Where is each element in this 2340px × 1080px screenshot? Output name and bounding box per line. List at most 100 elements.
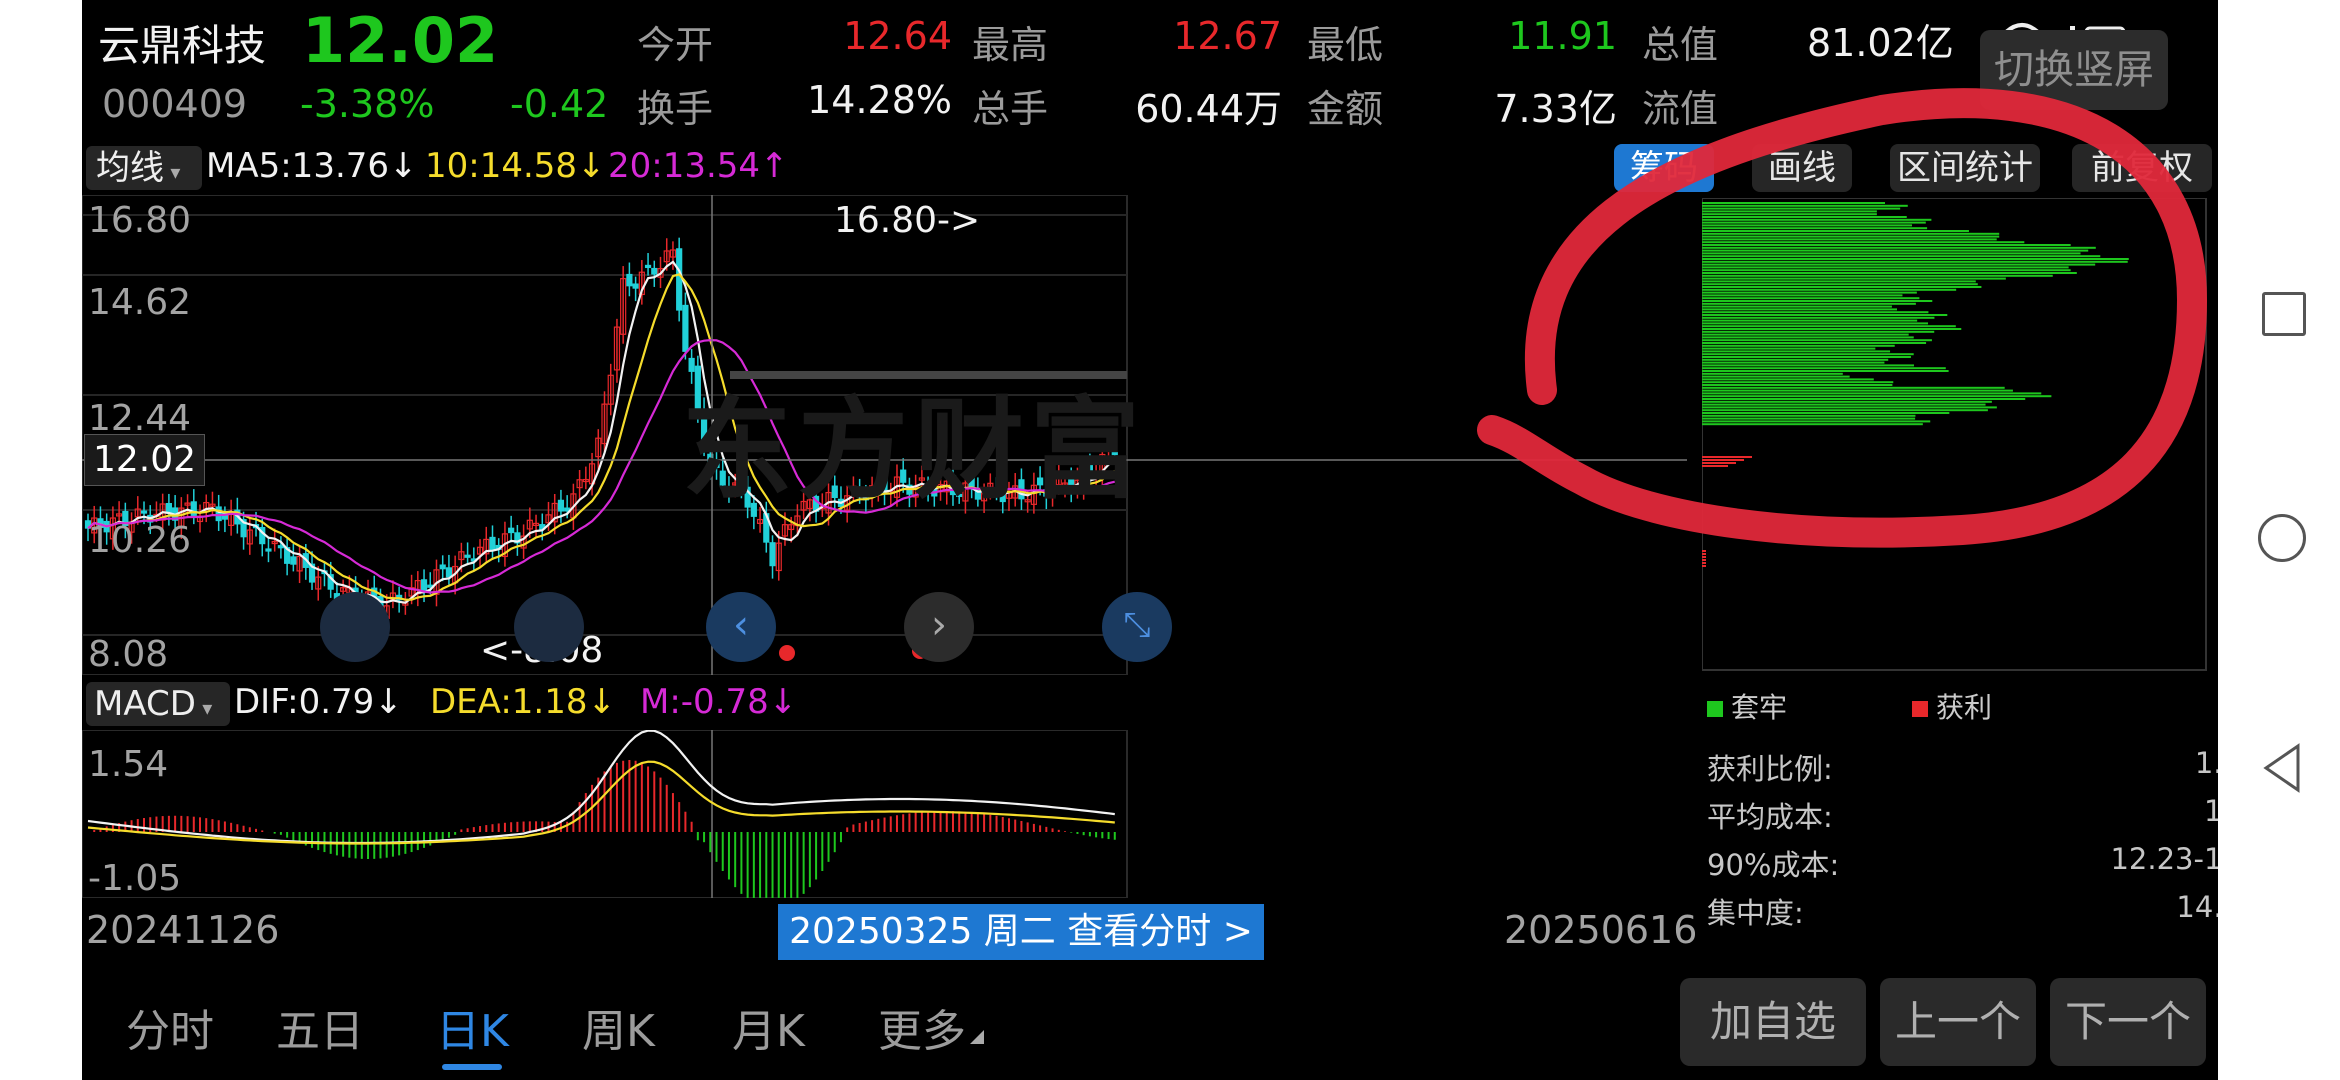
- candle-body: [290, 556, 297, 565]
- chip-bar: [1702, 400, 1992, 403]
- range-stats-button[interactable]: 区间统计: [1890, 144, 2040, 192]
- high-label: 最高: [972, 23, 1049, 67]
- stock-code: 000409: [102, 82, 248, 126]
- chip-bar: [1702, 255, 2101, 258]
- macd-selector[interactable]: MACD ▾: [86, 682, 230, 726]
- chip-bar: [1702, 291, 1917, 294]
- previous-stock-button[interactable]: 上一个: [1880, 978, 2036, 1066]
- stat-label: 平均成本:: [1707, 800, 1833, 834]
- chip-bar: [1702, 232, 2000, 235]
- home-icon[interactable]: [2258, 514, 2306, 562]
- draw-line-button[interactable]: 画线: [1752, 144, 1852, 192]
- next-stock-button[interactable]: 下一个: [2050, 978, 2206, 1066]
- chip-bar: [1702, 274, 2053, 277]
- crosshair-price-label: 12.02: [84, 434, 206, 486]
- m-value: M:-0.78↓: [640, 682, 798, 722]
- recents-icon[interactable]: [2262, 292, 2306, 336]
- indicator-selector[interactable]: 均线 ▾: [86, 146, 202, 190]
- system-nav-bar: [2218, 0, 2340, 1080]
- trapped-swatch-icon: [1707, 701, 1723, 717]
- chart-circle-button[interactable]: [514, 592, 584, 662]
- open-value: 12.64: [843, 14, 952, 58]
- chip-bar: [1702, 370, 1949, 372]
- add-watchlist-button[interactable]: 加自选: [1680, 978, 1866, 1066]
- trapped-label: 套牢: [1731, 691, 1788, 724]
- turnover-label: 换手: [637, 87, 714, 131]
- chip-bar: [1702, 314, 1948, 316]
- tab-daily-k[interactable]: 日K: [436, 995, 509, 1059]
- price-axis-label: 8.08: [88, 634, 169, 675]
- back-icon[interactable]: [2260, 742, 2304, 794]
- scroll-right-icon[interactable]: ›: [904, 592, 974, 662]
- chip-bar: [1702, 294, 1903, 297]
- chip-bar-profit: [1702, 456, 1752, 458]
- macd-selector-label: MACD: [94, 684, 196, 724]
- chip-bar: [1702, 344, 1895, 347]
- chip-bar: [1702, 302, 1916, 305]
- candle-body: [445, 567, 453, 578]
- turnover-value: 14.28%: [807, 78, 952, 122]
- low-label: 最低: [1307, 23, 1384, 67]
- chips-legend-trapped: 套牢: [1707, 686, 1787, 726]
- chip-bar: [1702, 266, 2069, 269]
- chip-bar: [1702, 322, 1929, 325]
- candle-body: [140, 510, 148, 514]
- tab-weekly-k[interactable]: 周K: [582, 995, 655, 1059]
- chip-bar: [1702, 308, 1898, 311]
- chip-bar-profit: [1702, 550, 1706, 552]
- chip-bar-profit: [1702, 459, 1744, 461]
- dif-value: DIF:0.79↓: [234, 682, 403, 722]
- watermark: 东方财富: [682, 386, 1146, 514]
- candle-body: [632, 283, 639, 289]
- chip-bar: [1702, 207, 1901, 210]
- end-date: 20250616: [1504, 908, 1698, 952]
- tab-five-day[interactable]: 五日: [276, 995, 364, 1059]
- tab-more[interactable]: 更多: [878, 995, 966, 1059]
- tab-intraday[interactable]: 分时: [126, 995, 214, 1059]
- macd-chart: [82, 730, 1128, 898]
- view-intraday-button[interactable]: 20250325 周二 查看分时 >: [778, 904, 1264, 960]
- chip-bar: [1702, 241, 2025, 244]
- chart-circle-button[interactable]: [320, 592, 390, 662]
- active-tab-indicator: [442, 1064, 502, 1070]
- chip-bar: [1702, 375, 1850, 378]
- chip-bar: [1702, 246, 2096, 249]
- chip-bar: [1702, 389, 2013, 392]
- profit-swatch-icon: [1912, 701, 1928, 717]
- chip-bar: [1702, 358, 1889, 361]
- stat-value: 1.18%: [2194, 746, 2218, 780]
- chip-bar: [1702, 283, 1978, 286]
- high-value: 12.67: [1173, 14, 1282, 58]
- candle-body: [464, 554, 471, 558]
- chip-bar: [1702, 420, 1931, 423]
- change-pct: -3.38%: [300, 82, 435, 126]
- stock-price: 12.02: [302, 4, 499, 77]
- adjust-button[interactable]: 前复权: [2072, 144, 2212, 192]
- candle-body: [651, 267, 658, 275]
- switch-portrait-button[interactable]: 切换竖屏: [1980, 30, 2168, 110]
- chip-bar: [1702, 403, 1986, 406]
- candle-body: [682, 304, 689, 352]
- chip-bar: [1702, 311, 1929, 314]
- tab-monthly-k[interactable]: 月K: [732, 995, 805, 1059]
- zoom-icon[interactable]: ⤡: [1102, 592, 1172, 662]
- chip-bar-profit: [1702, 465, 1728, 467]
- chip-bar: [1702, 277, 2006, 280]
- chip-bar: [1702, 328, 1962, 330]
- chip-bar: [1702, 384, 1893, 386]
- high-annotation: 16.80->: [834, 200, 981, 241]
- stock-name: 云鼎科技: [98, 21, 267, 70]
- open-label: 今开: [637, 23, 714, 67]
- scroll-left-icon[interactable]: ‹: [706, 592, 776, 662]
- ma20-value: 20:13.54↑: [608, 146, 789, 186]
- chip-bar: [1702, 361, 1885, 364]
- chip-bar: [1702, 381, 1894, 384]
- chip-bar: [1702, 305, 1892, 308]
- change-amount: -0.42: [510, 82, 609, 126]
- chip-bar: [1702, 249, 2089, 252]
- total-value: 81.02亿: [1807, 21, 1954, 65]
- chips-legend-profit: 获利: [1912, 686, 1992, 726]
- chips-button[interactable]: 筹码: [1614, 144, 1714, 192]
- chip-bar: [1702, 288, 1957, 291]
- chip-bar: [1702, 339, 1932, 342]
